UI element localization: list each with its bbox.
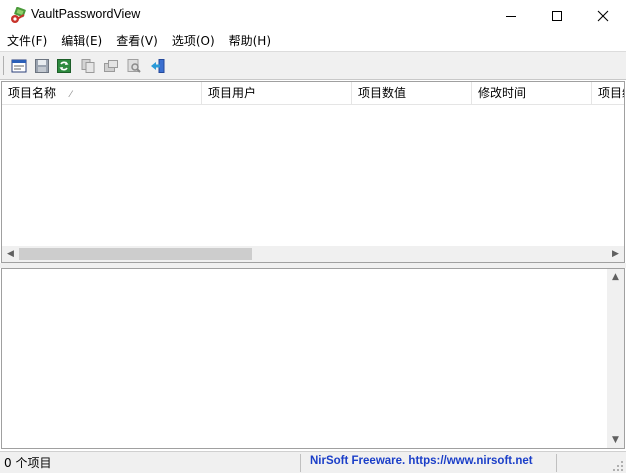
exit-button[interactable] — [147, 55, 169, 76]
save-button[interactable] — [31, 55, 53, 76]
items-list-view[interactable]: 项目名称 ⁄ 项目用户 项目数值 修改时间 项目编 ◀ ▶ — [1, 81, 625, 263]
minimize-icon — [506, 15, 516, 17]
maximize-button[interactable] — [534, 0, 580, 31]
close-icon — [597, 10, 609, 21]
sort-ascending-icon: ⁄ — [70, 90, 72, 100]
menu-bar: 文件(F) 编辑(E) 查看(V) 选项(O) 帮助(H) — [0, 31, 626, 51]
menu-view[interactable]: 查看(V) — [109, 31, 165, 51]
menu-options[interactable]: 选项(O) — [165, 31, 222, 51]
toolbar — [0, 51, 626, 80]
nirsoft-link[interactable]: NirSoft Freeware. https://www.nirsoft.ne… — [310, 455, 533, 467]
menu-help[interactable]: 帮助(H) — [222, 31, 278, 51]
menu-edit[interactable]: 编辑(E) — [54, 31, 109, 51]
column-header: 项目名称 ⁄ 项目用户 项目数值 修改时间 项目编 — [2, 82, 624, 105]
minimize-button[interactable] — [488, 0, 534, 31]
properties-icon — [11, 59, 27, 72]
details-pane[interactable]: ▲ ▼ — [1, 268, 625, 449]
column-label: 项目数值 — [358, 86, 407, 100]
column-item-user[interactable]: 项目用户 — [202, 82, 352, 104]
refresh-icon — [57, 58, 71, 73]
scroll-down-icon[interactable]: ▼ — [607, 432, 624, 448]
status-separator — [556, 454, 557, 472]
column-label: 项目编 — [598, 86, 624, 100]
menu-file[interactable]: 文件(F) — [0, 31, 54, 51]
app-icon — [11, 7, 26, 23]
resize-grip-icon[interactable] — [612, 460, 624, 472]
properties-button[interactable] — [8, 55, 30, 76]
title-bar[interactable]: VaultPasswordView — [0, 0, 626, 31]
html-report-icon — [104, 59, 118, 72]
column-item-value[interactable]: 项目数值 — [352, 82, 472, 104]
toolbar-separator — [3, 56, 4, 75]
vertical-scrollbar[interactable]: ▲ ▼ — [607, 269, 624, 448]
status-bar: 0 个项目 NirSoft Freeware. https://www.nirs… — [0, 451, 626, 473]
status-separator — [300, 454, 301, 472]
column-modified-time[interactable]: 修改时间 — [472, 82, 592, 104]
copy-button[interactable] — [77, 55, 99, 76]
exit-icon — [151, 58, 165, 73]
save-icon — [35, 58, 49, 73]
column-label: 项目用户 — [208, 86, 257, 100]
column-label: 项目名称 — [8, 86, 57, 100]
copy-icon — [81, 58, 95, 73]
horizontal-scrollbar[interactable]: ◀ ▶ — [2, 246, 624, 262]
status-item-count: 0 个项目 — [4, 456, 52, 470]
column-item-id[interactable]: 项目编 — [592, 82, 624, 104]
html-report-button[interactable] — [100, 55, 122, 76]
close-button[interactable] — [580, 0, 626, 31]
column-item-name[interactable]: 项目名称 ⁄ — [2, 82, 202, 104]
horizontal-scroll-thumb[interactable] — [19, 248, 252, 260]
scroll-right-icon[interactable]: ▶ — [607, 246, 624, 262]
scroll-left-icon[interactable]: ◀ — [2, 246, 19, 262]
scroll-up-icon[interactable]: ▲ — [607, 269, 624, 285]
refresh-button[interactable] — [53, 55, 75, 76]
maximize-icon — [552, 10, 562, 21]
column-label: 修改时间 — [478, 86, 527, 100]
window-title: VaultPasswordView — [31, 7, 141, 21]
find-button[interactable] — [123, 55, 145, 76]
find-icon — [127, 58, 141, 73]
